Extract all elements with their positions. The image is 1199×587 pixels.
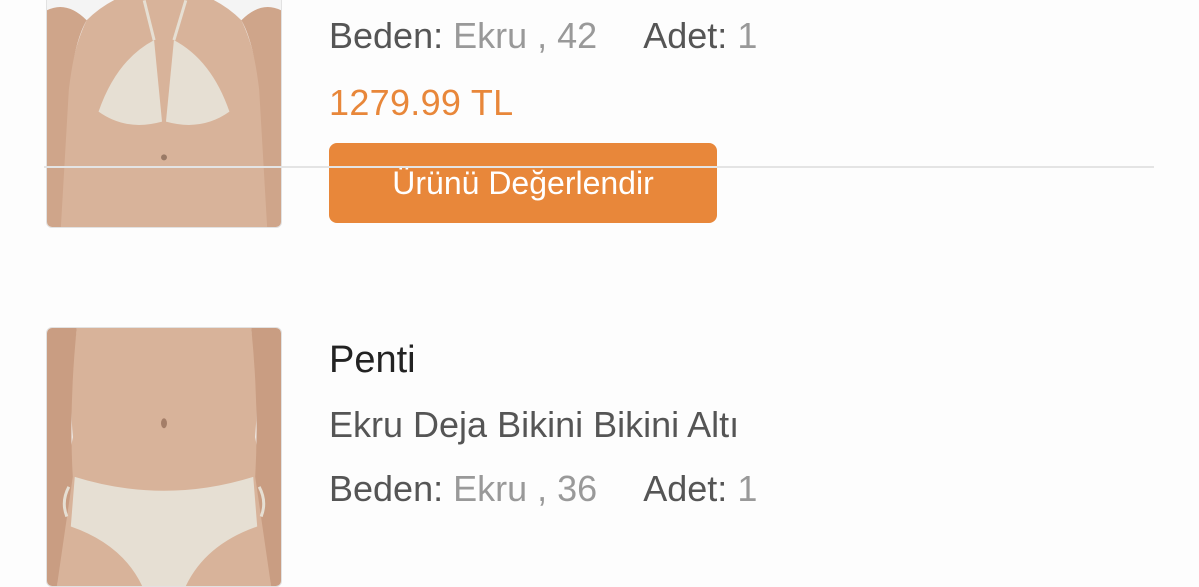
qty-label: Adet: bbox=[643, 15, 728, 56]
size-value: Ekru , 36 bbox=[453, 468, 598, 509]
product-image[interactable] bbox=[46, 327, 282, 587]
size-qty-line: Beden: Ekru , 36 Adet: 1 bbox=[329, 471, 757, 507]
size-label: Beden: bbox=[329, 468, 444, 509]
qty-value: 1 bbox=[737, 15, 758, 56]
bikini-top-photo-icon bbox=[47, 0, 281, 227]
order-item: Penti Ekru Deja Bikini Bikini Altı Beden… bbox=[0, 327, 1199, 587]
item-divider bbox=[44, 166, 1154, 168]
item-title[interactable]: Ekru Deja Bikini Bikini Altı bbox=[329, 407, 739, 443]
size-label: Beden: bbox=[329, 15, 444, 56]
item-brand[interactable]: Penti bbox=[329, 341, 416, 379]
order-item: Beden: Ekru , 42 Adet: 1 1279.99 TL Ürün… bbox=[0, 0, 1199, 228]
size-value: Ekru , 42 bbox=[453, 15, 598, 56]
size-qty-line: Beden: Ekru , 42 Adet: 1 bbox=[329, 18, 757, 54]
item-price: 1279.99 TL bbox=[329, 82, 514, 123]
qty-value: 1 bbox=[737, 468, 758, 509]
bikini-bottom-photo-icon bbox=[47, 328, 281, 586]
review-product-button[interactable]: Ürünü Değerlendir bbox=[329, 143, 717, 223]
product-image[interactable] bbox=[46, 0, 282, 228]
qty-label: Adet: bbox=[643, 468, 728, 509]
